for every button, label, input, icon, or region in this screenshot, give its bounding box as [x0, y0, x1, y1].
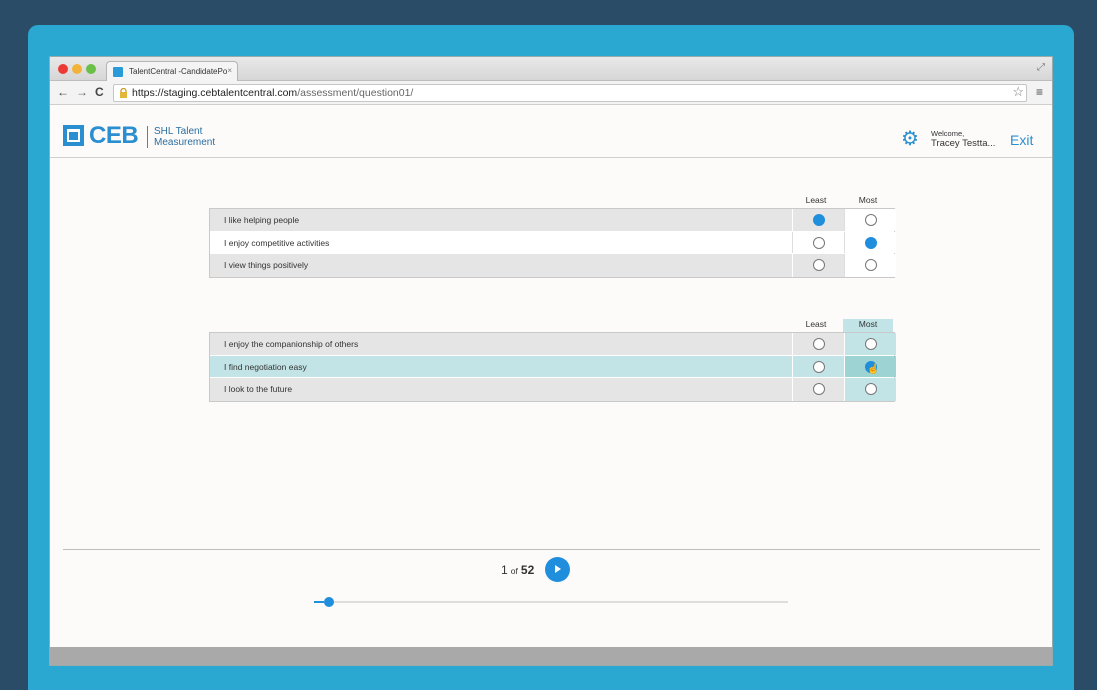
statement-row: I view things positively	[210, 254, 896, 277]
page-total: 52	[520, 563, 535, 577]
back-icon[interactable]: ←	[57, 85, 69, 99]
browser-tab-bar: TalentCentral -CandidatePo × ⤢	[50, 57, 1052, 81]
statement-row: I find negotiation easy ☝	[210, 355, 896, 378]
statement-text: I find negotiation easy	[210, 355, 792, 377]
tab-title: TalentCentral -CandidatePo	[129, 67, 228, 76]
statement-text: I view things positively	[210, 254, 792, 277]
most-radio[interactable]	[865, 259, 877, 271]
user-name: Tracey Testta...	[931, 138, 996, 149]
least-cell	[792, 333, 844, 355]
most-cell	[844, 378, 896, 401]
question-block-1: Least Most I like helping people I enjoy…	[209, 193, 896, 278]
tab-close-icon[interactable]: ×	[227, 66, 232, 75]
least-cell	[792, 231, 844, 253]
forward-icon[interactable]: →	[76, 85, 88, 99]
logo-subtitle: SHL Talent Measurement	[154, 126, 215, 148]
gear-icon[interactable]: ⚙	[901, 129, 919, 149]
hand-cursor-icon: ☝	[867, 363, 880, 375]
least-cell	[792, 209, 844, 231]
least-column-header: Least	[805, 195, 827, 205]
footer-divider	[63, 549, 1040, 550]
welcome-label: Welcome,	[931, 129, 965, 138]
browser-toolbar: ← → C https://staging.cebtalentcentral.c…	[50, 81, 1052, 105]
most-cell	[844, 333, 896, 355]
logo-subtitle-line1: SHL Talent	[154, 126, 203, 137]
statement-row: I look to the future	[210, 378, 896, 401]
most-cell: ☝	[844, 355, 896, 377]
ceb-logo-icon	[63, 125, 84, 146]
least-cell	[792, 355, 844, 377]
most-column-header: Most	[843, 319, 893, 332]
logo-subtitle-line2: Measurement	[154, 137, 216, 148]
url-host: https://staging.cebtalentcentral.com	[132, 87, 298, 99]
play-icon	[555, 565, 561, 573]
close-window-button[interactable]	[58, 64, 68, 74]
least-radio[interactable]	[813, 259, 825, 271]
url-path: /assessment/question01/	[297, 87, 414, 99]
most-radio[interactable]	[865, 236, 877, 249]
page-current: 1	[501, 563, 508, 577]
app-header: CEB SHL Talent Measurement ⚙ Welcome, Tr…	[50, 105, 1052, 158]
exit-button[interactable]: Exit	[1010, 132, 1033, 148]
least-radio[interactable]	[813, 360, 825, 373]
statement-row: I enjoy competitive activities	[210, 231, 896, 254]
statement-text: I like helping people	[210, 209, 792, 231]
least-cell	[792, 254, 844, 277]
progress-thumb[interactable]	[324, 597, 334, 607]
most-cell	[844, 254, 896, 277]
progress-track	[314, 601, 788, 603]
progress-fill	[314, 601, 324, 603]
least-radio[interactable]	[813, 236, 825, 249]
least-radio[interactable]	[813, 338, 825, 350]
bottom-bar	[50, 647, 1052, 665]
question-block-2: Least Most I enjoy the companionship of …	[209, 317, 896, 402]
statement-row: I enjoy the companionship of others	[210, 333, 896, 356]
most-column-header: Most	[858, 195, 878, 205]
least-radio[interactable]	[813, 383, 825, 395]
most-radio[interactable]	[865, 383, 877, 395]
statement-text: I enjoy the companionship of others	[210, 333, 792, 355]
question-table: I enjoy the companionship of others I fi…	[209, 332, 896, 402]
question-table: I like helping people I enjoy competitiv…	[209, 208, 896, 278]
least-radio[interactable]	[813, 214, 825, 226]
zoom-window-button[interactable]	[86, 64, 96, 74]
next-button[interactable]	[545, 557, 570, 582]
bookmark-star-icon[interactable]: ☆	[1012, 84, 1024, 100]
logo-divider	[147, 126, 148, 148]
fullscreen-icon[interactable]: ⤢	[1037, 62, 1045, 73]
most-radio[interactable]	[865, 214, 877, 226]
browser-menu-icon[interactable]: ≡	[1036, 86, 1043, 98]
statement-text: I look to the future	[210, 378, 792, 401]
most-cell	[844, 231, 896, 253]
page-counter: 1 of 52	[501, 563, 534, 577]
browser-window: TalentCentral -CandidatePo × ⤢ ← → C htt…	[49, 56, 1053, 666]
statement-row: I like helping people	[210, 209, 896, 232]
address-bar[interactable]: https://staging.cebtalentcentral.com/ass…	[113, 84, 1027, 102]
page-of-label: of	[510, 566, 518, 576]
logo-text: CEB	[89, 122, 139, 149]
least-cell	[792, 378, 844, 401]
lock-icon	[120, 88, 127, 98]
browser-tab[interactable]: TalentCentral -CandidatePo ×	[106, 61, 238, 81]
minimize-window-button[interactable]	[72, 64, 82, 74]
reload-icon[interactable]: C	[95, 85, 104, 99]
least-column-header: Least	[805, 319, 827, 329]
most-radio[interactable]	[865, 338, 877, 350]
favicon-icon	[113, 67, 123, 77]
most-cell	[844, 209, 896, 231]
statement-text: I enjoy competitive activities	[210, 231, 792, 253]
